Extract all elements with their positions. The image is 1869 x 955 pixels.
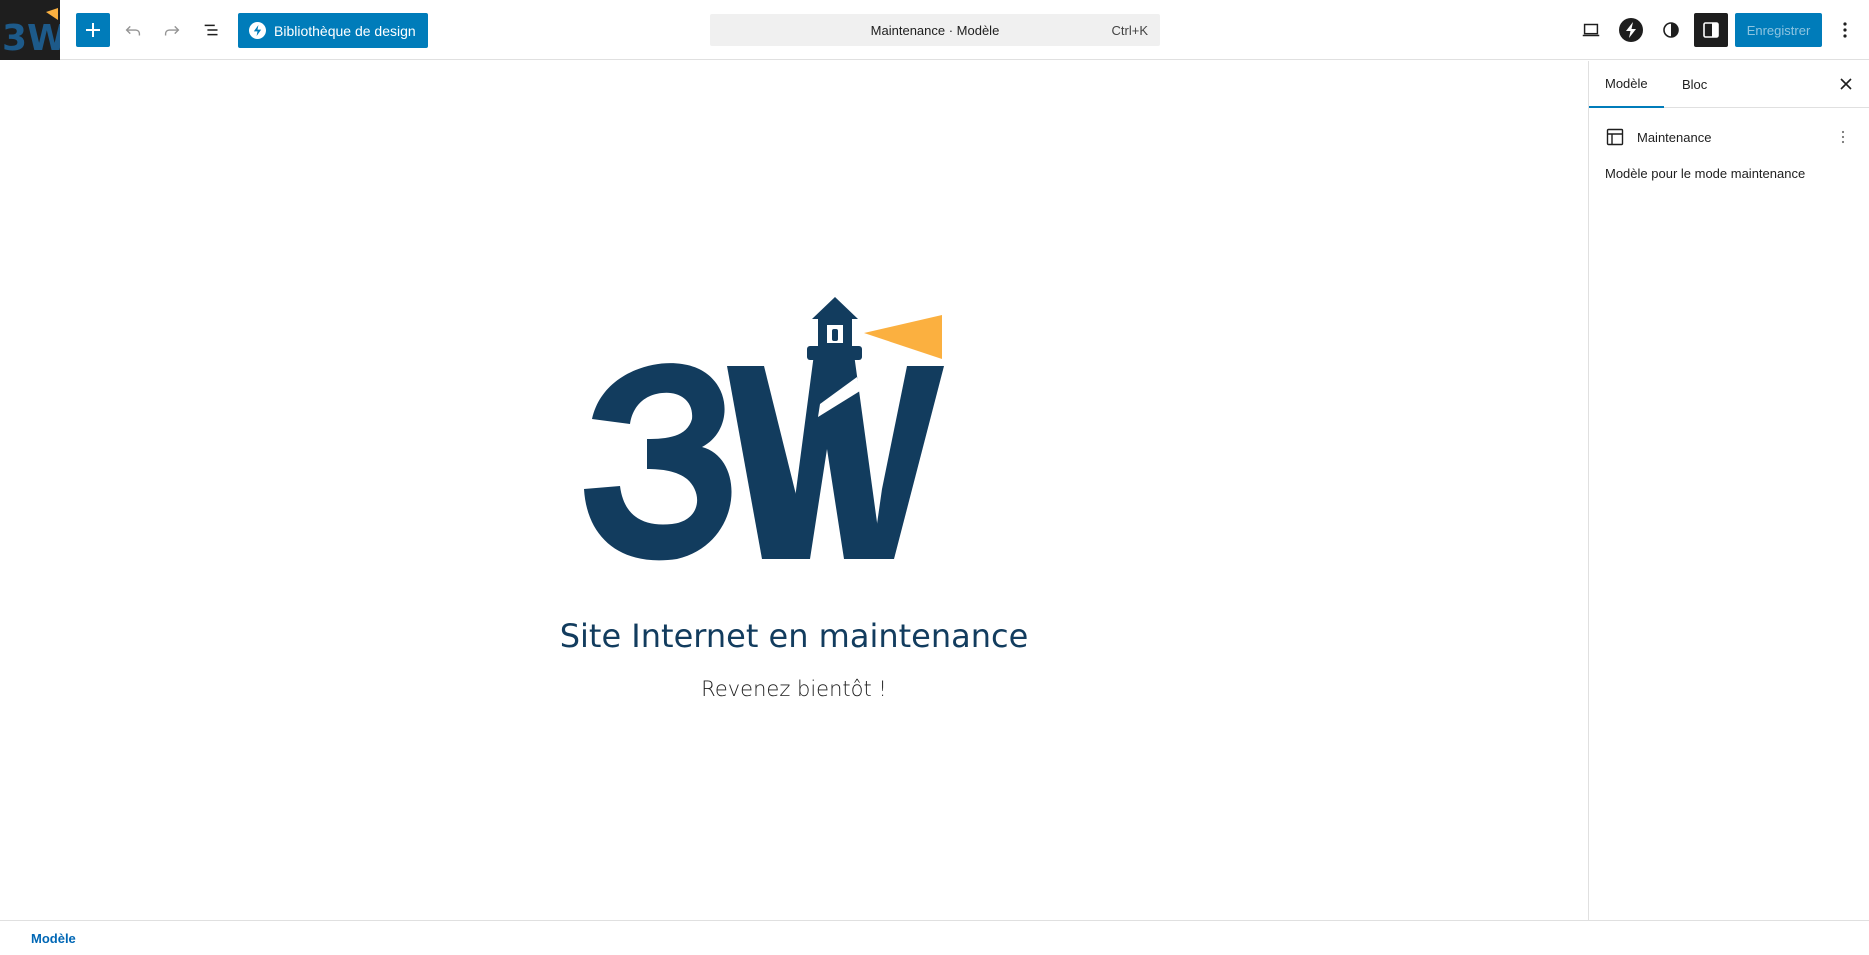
editor-canvas[interactable]: Site Internet en maintenance Revenez bie… [0, 61, 1588, 920]
undo-button[interactable] [116, 13, 150, 47]
command-shortcut: Ctrl+K [1111, 23, 1148, 38]
template-card: Maintenance [1605, 125, 1855, 149]
list-view-button[interactable] [195, 13, 229, 47]
options-menu-button[interactable] [1828, 13, 1862, 47]
layout-icon [1606, 128, 1624, 146]
vertical-ellipsis-icon [1841, 130, 1845, 144]
block-breadcrumb-bar: Modèle [0, 920, 1869, 955]
close-icon [1840, 78, 1852, 90]
redo-icon [164, 25, 180, 36]
vertical-ellipsis-icon [1843, 22, 1847, 38]
template-name: Maintenance [1637, 129, 1712, 145]
block-inserter-button[interactable] [76, 13, 110, 47]
undo-icon [125, 25, 141, 36]
styles-button[interactable] [1654, 13, 1688, 47]
plugin-button[interactable] [1614, 13, 1648, 47]
tab-block[interactable]: Bloc [1666, 61, 1723, 108]
svg-text:3W: 3W [2, 18, 60, 59]
save-button[interactable]: Enregistrer [1735, 13, 1822, 47]
list-view-icon [204, 24, 218, 36]
half-circle-icon [1663, 22, 1679, 38]
page-tagline[interactable]: Revenez bientôt ! [0, 677, 1588, 701]
design-library-label: Bibliothèque de design [274, 22, 416, 39]
redo-button[interactable] [155, 13, 189, 47]
site-logo[interactable]: 3W [0, 0, 60, 60]
sidebar-tabs: Modèle Bloc [1589, 61, 1869, 108]
plus-icon [86, 23, 100, 37]
editor-header: 3W Bibliothèque de design Maintenance · … [0, 0, 1869, 60]
design-library-button[interactable]: Bibliothèque de design [238, 13, 428, 48]
brand-logo-image[interactable] [582, 289, 972, 624]
command-palette-bar[interactable]: Maintenance · Modèle Ctrl+K [710, 14, 1160, 46]
preview-button[interactable] [1574, 13, 1608, 47]
settings-toggle-button[interactable] [1694, 13, 1728, 47]
sidebar-icon [1703, 22, 1719, 38]
tab-template[interactable]: Modèle [1589, 61, 1664, 108]
site-logo-icon: 3W [2, 8, 60, 59]
template-actions-button[interactable] [1831, 125, 1855, 149]
template-description: Modèle pour le mode maintenance [1605, 166, 1806, 181]
close-sidebar-button[interactable] [1834, 72, 1858, 96]
breadcrumb-template[interactable]: Modèle [31, 931, 76, 946]
laptop-icon [1582, 23, 1600, 37]
lightning-icon [249, 22, 266, 39]
lightning-icon [1619, 18, 1643, 42]
settings-sidebar: Modèle Bloc Maintenance Modèle pour le m… [1588, 61, 1869, 920]
document-title: Maintenance · Modèle [870, 23, 1000, 38]
page-heading[interactable]: Site Internet en maintenance [0, 617, 1588, 655]
